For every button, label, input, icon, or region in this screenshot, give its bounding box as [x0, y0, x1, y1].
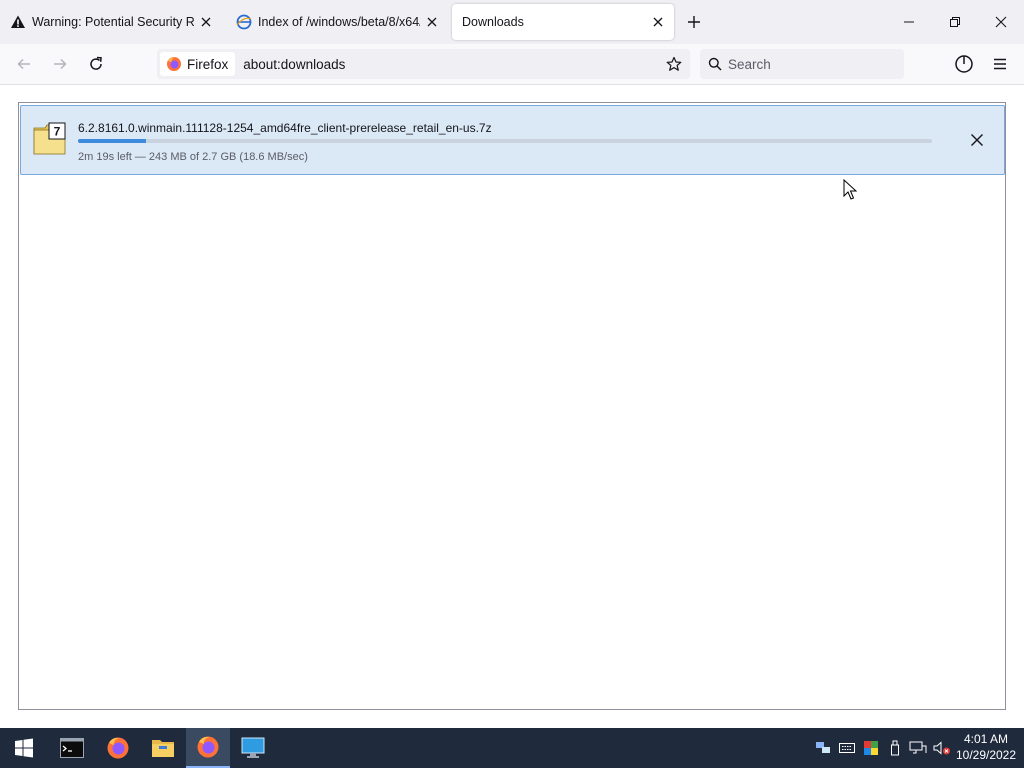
close-icon [971, 134, 983, 146]
7z-archive-icon: 7 [33, 122, 66, 155]
keyboard-icon [839, 743, 855, 753]
download-filename: 6.2.8161.0.winmain.111128-1254_amd64fre_… [78, 121, 492, 135]
start-icon [15, 738, 33, 758]
taskbar-firefox-active[interactable] [186, 728, 230, 768]
url-text[interactable]: about:downloads [243, 57, 660, 72]
taskbar-clock[interactable]: 4:01 AM 10/29/2022 [952, 731, 1020, 763]
tab-security-warning[interactable]: Warning: Potential Security Risk Ahead [0, 4, 222, 40]
svg-text:7: 7 [54, 125, 61, 139]
tab-downloads[interactable]: Downloads [452, 4, 674, 40]
tab-title: Warning: Potential Security Risk Ahead [32, 15, 194, 29]
plus-icon [688, 16, 700, 28]
clock-time: 4:01 AM [963, 732, 1009, 746]
network-icon [816, 742, 830, 753]
file-explorer-icon [152, 740, 174, 757]
close-tab-icon[interactable] [198, 14, 214, 30]
cancel-download-button[interactable] [963, 126, 991, 154]
taskbar-file-explorer[interactable] [141, 728, 185, 768]
star-icon [666, 56, 682, 71]
tray-color[interactable] [860, 728, 882, 768]
tab-title: Downloads [462, 15, 524, 29]
tab-title: Index of /windows/beta/8/x64/ [258, 15, 420, 29]
taskbar-terminal[interactable] [50, 728, 94, 768]
firefox-logo-icon [167, 57, 181, 71]
tray-usb[interactable] [884, 728, 906, 768]
forward-button[interactable] [46, 50, 74, 78]
close-tab-icon[interactable] [650, 14, 666, 30]
search-input[interactable] [728, 56, 888, 72]
back-arrow-icon [17, 58, 30, 70]
reload-icon [90, 56, 102, 70]
display-network-icon [909, 741, 927, 754]
tray-display-network[interactable] [907, 728, 929, 768]
restore-button[interactable] [932, 0, 978, 44]
search-bar[interactable] [700, 49, 904, 79]
taskbar-firefox[interactable] [96, 728, 140, 768]
forward-arrow-icon [54, 58, 67, 70]
navigation-toolbar: Firefox about:downloads [0, 44, 1024, 85]
bookmark-button[interactable] [660, 50, 688, 78]
close-icon [995, 16, 1007, 28]
search-icon [708, 57, 722, 71]
download-status: 2m 19s left — 243 MB of 2.7 GB (18.6 MB/… [78, 151, 308, 163]
minimize-button[interactable] [886, 0, 932, 44]
tab-index-windows[interactable]: Index of /windows/beta/8/x64/ [226, 4, 448, 40]
tray-network[interactable] [812, 728, 834, 768]
tray-volume[interactable] [931, 728, 953, 768]
terminal-icon [60, 738, 84, 758]
download-item[interactable]: 7 6.2.8161.0.winmain.111128-1254_amd64fr… [20, 105, 1005, 175]
taskbar: 4:01 AM 10/29/2022 [0, 728, 1024, 768]
warning-icon [10, 14, 26, 30]
identity-box[interactable]: Firefox [160, 52, 236, 76]
usb-icon [891, 740, 899, 756]
firefox-active-icon [197, 736, 219, 758]
tab-strip: Warning: Potential Security Risk Ahead I… [0, 0, 1024, 44]
close-window-button[interactable] [978, 0, 1024, 44]
back-button[interactable] [10, 50, 38, 78]
ie-page-icon [236, 14, 252, 30]
remote-desktop-icon [241, 737, 265, 758]
hamburger-menu-icon [994, 58, 1006, 70]
downloads-button[interactable] [950, 50, 978, 78]
firefox-icon [107, 737, 129, 759]
start-button[interactable] [2, 728, 46, 768]
close-tab-icon[interactable] [424, 14, 440, 30]
taskbar-remote-desktop[interactable] [231, 728, 275, 768]
color-icon [864, 741, 878, 755]
tray-keyboard[interactable] [836, 728, 858, 768]
downloads-progress-icon [955, 55, 973, 73]
downloads-list: 7 6.2.8161.0.winmain.111128-1254_amd64fr… [18, 102, 1006, 710]
app-menu-button[interactable] [986, 50, 1014, 78]
minimize-icon [904, 21, 914, 23]
clock-date: 10/29/2022 [955, 748, 1017, 762]
url-bar[interactable]: Firefox about:downloads [157, 49, 690, 79]
new-tab-button[interactable] [682, 10, 706, 34]
download-progress-fill [78, 139, 147, 143]
reload-button[interactable] [82, 50, 110, 78]
restore-icon [950, 17, 960, 27]
identity-label: Firefox [187, 56, 229, 72]
download-progress-bar [78, 139, 932, 143]
volume-muted-icon [933, 741, 950, 755]
mouse-cursor-icon [843, 179, 857, 200]
